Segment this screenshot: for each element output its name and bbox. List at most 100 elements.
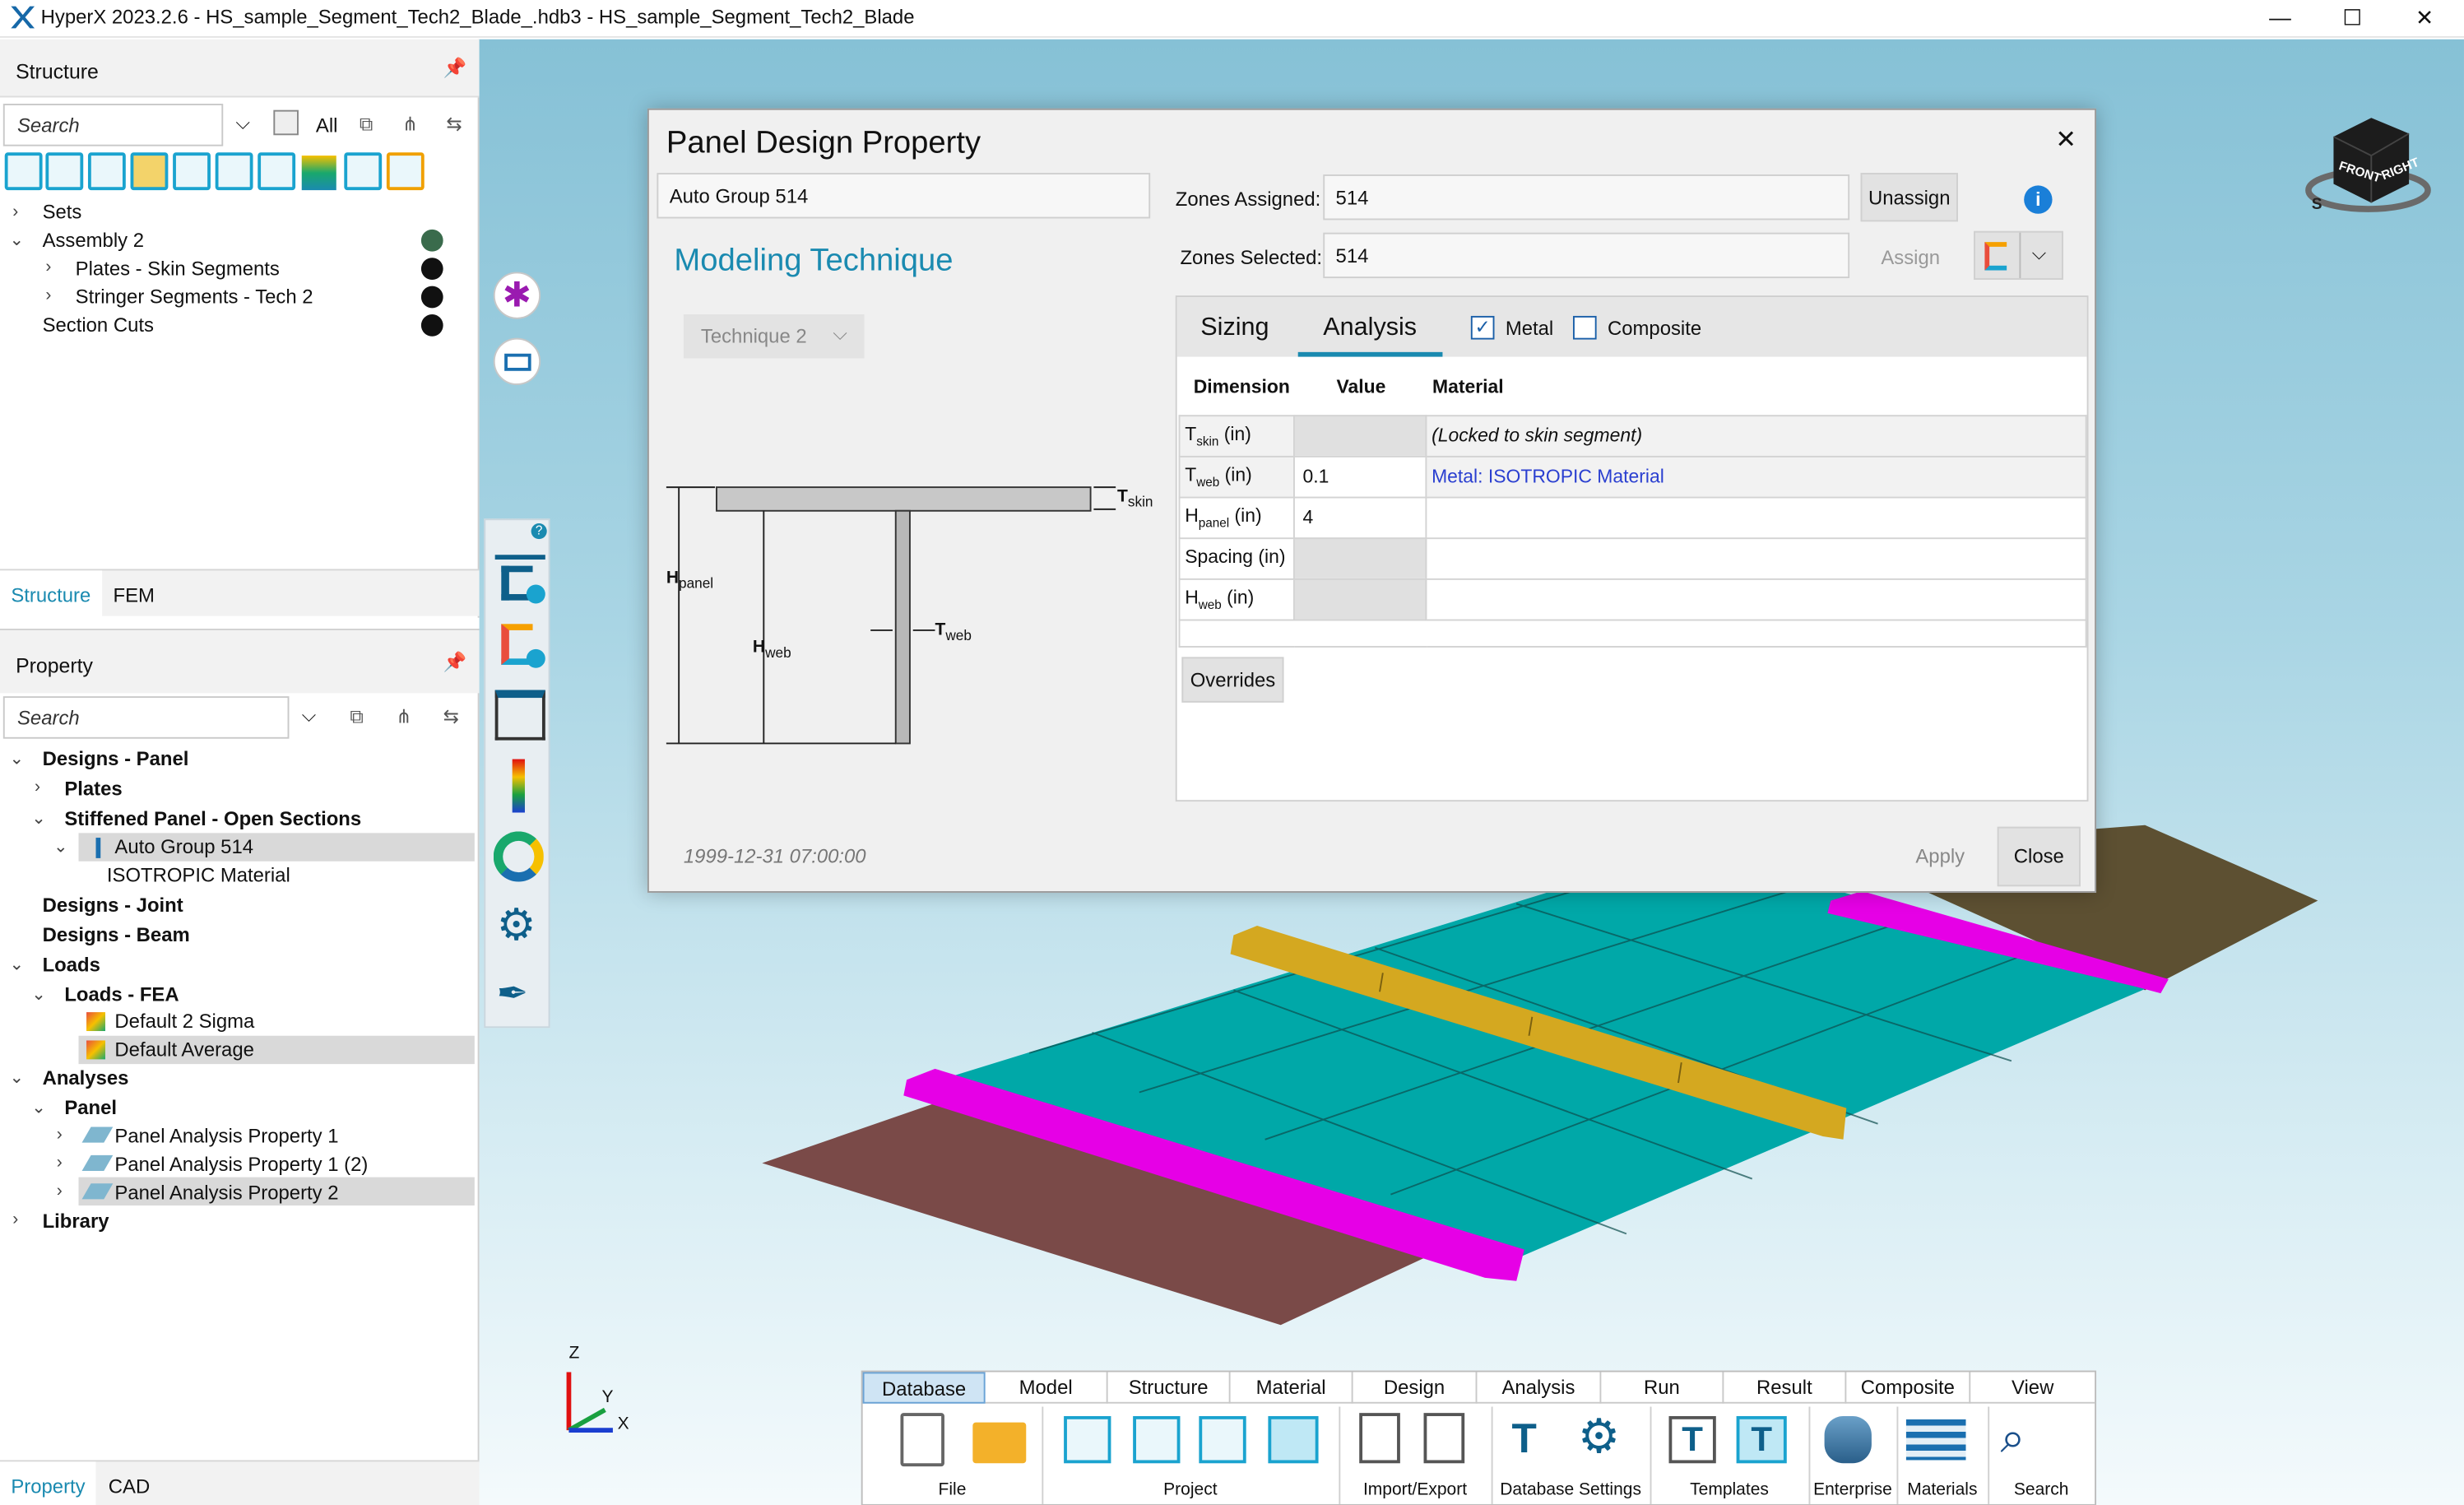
ribbon-tab-database[interactable]: Database <box>862 1372 986 1404</box>
expand-icon[interactable]: › <box>57 1182 63 1201</box>
enterprise-database-icon[interactable] <box>1824 1415 1872 1464</box>
tree-icon[interactable]: ⋔ <box>396 110 424 138</box>
collapse-icon[interactable]: ⌄ <box>9 748 24 769</box>
collapse-icon[interactable]: ⌄ <box>9 954 24 974</box>
expand-icon[interactable]: › <box>45 286 51 305</box>
collapse-icon[interactable]: ⌄ <box>9 1067 24 1088</box>
status-dot-icon[interactable] <box>420 258 443 280</box>
material-cell[interactable] <box>1425 537 2087 579</box>
gear-settings-icon[interactable]: ⚙ <box>497 901 544 949</box>
table-row[interactable]: Tweb (in) 0.1 Metal: ISOTROPIC Material <box>1178 454 2087 498</box>
tab-structure[interactable]: Structure <box>0 570 102 618</box>
tree-item-plates[interactable]: Plates - Skin Segments <box>76 258 280 286</box>
copy-icon[interactable]: ⧉ <box>352 110 380 138</box>
maximize-button[interactable]: ☐ <box>2336 3 2368 31</box>
technique-select[interactable]: Technique 2 ⌵ <box>683 314 865 359</box>
tree-item-section-cuts[interactable]: Section Cuts <box>43 314 154 342</box>
pin-icon[interactable]: 📌 <box>443 57 467 79</box>
zones-selected-field[interactable]: 514 <box>1323 232 1850 279</box>
material-cell[interactable]: (Locked to skin segment) <box>1425 414 2087 457</box>
open-folder-icon[interactable] <box>972 1422 1027 1464</box>
color-scale-icon[interactable] <box>512 759 525 813</box>
swap-icon[interactable]: ⇆ <box>440 110 468 138</box>
zones-assigned-field[interactable]: 514 <box>1323 174 1850 221</box>
assign-button[interactable]: Assign <box>1881 247 1940 269</box>
collapse-icon[interactable]: ⌄ <box>9 230 24 250</box>
ribbon-tab-material[interactable]: Material <box>1231 1372 1353 1404</box>
project-copy-icon[interactable] <box>1133 1415 1181 1464</box>
pin-icon[interactable]: 📌 <box>443 651 467 673</box>
ribbon-tab-view[interactable]: View <box>1970 1372 2095 1403</box>
tree-item-sets[interactable]: Sets <box>43 201 82 229</box>
ribbon-tab-analysis[interactable]: Analysis <box>1477 1372 1602 1404</box>
ribbon-tab-result[interactable]: Result <box>1724 1372 1847 1404</box>
chevron-down-icon[interactable]: ⌵ <box>236 112 250 136</box>
tree-item-assembly[interactable]: Assembly 2 <box>43 230 144 258</box>
close-button[interactable]: Close <box>1997 826 2081 887</box>
dialog-close-icon[interactable]: ✕ <box>2055 124 2077 156</box>
property-search-input[interactable]: Search <box>2 696 290 739</box>
table-row[interactable]: Hweb (in) <box>1178 577 2087 620</box>
beam-icon[interactable] <box>215 152 253 191</box>
expand-icon[interactable]: › <box>57 1126 63 1145</box>
tree-item-isotropic[interactable]: ISOTROPIC Material <box>107 865 290 893</box>
tree-icon[interactable]: ⋔ <box>390 703 418 731</box>
unassign-button[interactable]: Unassign <box>1860 173 1958 222</box>
status-dot-icon[interactable] <box>420 314 443 337</box>
material-cell[interactable] <box>1425 495 2087 539</box>
joint-icon[interactable] <box>130 152 169 191</box>
design-action-dropdown[interactable]: ⌵ <box>1974 230 2063 280</box>
tree-item-stiffened-panel[interactable]: Stiffened Panel - Open Sections <box>64 808 361 836</box>
view-cube[interactable]: FRONT RIGHT S <box>2305 102 2431 228</box>
copy-icon[interactable]: ⧉ <box>342 703 370 731</box>
info-icon[interactable]: i <box>2024 185 2053 214</box>
tab-property[interactable]: Property <box>0 1461 96 1505</box>
table-row[interactable]: Spacing (in) <box>1178 537 2087 579</box>
select-all-icon[interactable]: ✱ <box>493 272 541 319</box>
status-dot-icon[interactable] <box>420 286 443 309</box>
design-check-icon[interactable] <box>495 620 545 671</box>
value-cell[interactable] <box>1292 577 1427 620</box>
tab-sizing[interactable]: Sizing <box>1200 314 1269 342</box>
material-cell[interactable] <box>1425 577 2087 620</box>
material-link[interactable]: Metal: ISOTROPIC Material <box>1425 454 2087 498</box>
tree-item-designs-panel[interactable]: Designs - Panel <box>43 748 189 776</box>
tree-item-default-average[interactable]: Default Average <box>114 1039 253 1067</box>
design-name-input[interactable]: Auto Group 514 <box>657 173 1151 219</box>
add-project-icon[interactable] <box>1064 1415 1111 1464</box>
materials-icon[interactable] <box>1905 1419 1966 1461</box>
tree-item-analysis-2[interactable]: Panel Analysis Property 2 <box>114 1182 338 1210</box>
chip-icon[interactable] <box>386 152 425 191</box>
structure-search-input[interactable]: Search <box>2 104 224 146</box>
shell-icon[interactable] <box>173 152 211 191</box>
pen-icon[interactable]: ✒ <box>497 971 544 1018</box>
tab-fem[interactable]: FEM <box>102 570 165 617</box>
box-select-icon[interactable] <box>493 337 541 385</box>
nodes-icon[interactable] <box>4 152 43 191</box>
tree-item-designs-beam[interactable]: Designs - Beam <box>43 924 190 952</box>
tab-cad[interactable]: CAD <box>97 1461 160 1505</box>
tab-analysis[interactable]: Analysis <box>1323 314 1417 342</box>
table-row[interactable]: Tskin (in) (Locked to skin segment) <box>1178 414 2087 457</box>
donut-chart-icon[interactable] <box>493 831 544 882</box>
status-dot-icon[interactable] <box>420 229 443 252</box>
fastener-icon[interactable] <box>344 152 383 191</box>
export-icon[interactable] <box>1423 1413 1465 1464</box>
help-icon[interactable]: ? <box>531 523 547 540</box>
collapse-icon[interactable]: ⌄ <box>31 1097 46 1117</box>
tree-item-library[interactable]: Library <box>43 1210 109 1238</box>
ribbon-tab-run[interactable]: Run <box>1601 1372 1724 1404</box>
overrides-button[interactable]: Overrides <box>1181 657 1284 703</box>
project-import-icon[interactable] <box>1199 1415 1246 1464</box>
collapse-icon[interactable]: ⌄ <box>31 808 46 829</box>
ribbon-tab-design[interactable]: Design <box>1353 1372 1478 1404</box>
table-row[interactable]: Hpanel (in) 4 <box>1178 495 2087 539</box>
cube-filter-icon[interactable] <box>273 109 299 136</box>
package-icon[interactable] <box>1268 1415 1319 1464</box>
tree-item-panel[interactable]: Panel <box>64 1097 117 1125</box>
template-icon[interactable]: T <box>1668 1415 1716 1464</box>
box-icon[interactable] <box>258 152 296 191</box>
view-glasses-icon[interactable] <box>494 690 545 741</box>
swap-icon[interactable]: ⇆ <box>437 703 465 731</box>
collapse-icon[interactable]: ⌄ <box>53 836 68 857</box>
